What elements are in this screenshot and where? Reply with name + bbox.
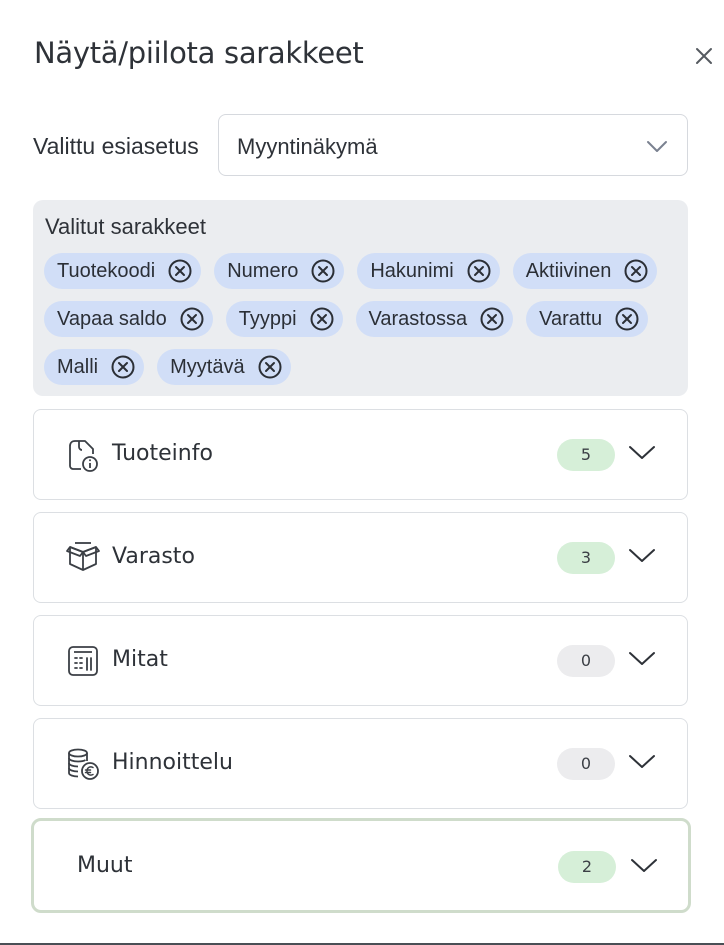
close-button[interactable] xyxy=(690,42,718,70)
chip-label: Varattu xyxy=(539,307,603,330)
chip-label: Vapaa saldo xyxy=(57,307,167,330)
column-chip: Numero xyxy=(214,253,345,289)
dialog-title: Näytä/piilota sarakkeet xyxy=(34,36,364,70)
remove-circle-icon xyxy=(615,307,639,331)
remove-circle-icon xyxy=(168,259,192,283)
column-group-varasto[interactable]: Varasto 3 xyxy=(33,512,688,603)
preset-label: Valittu esiasetus xyxy=(33,133,199,159)
column-chip: Tuotekoodi xyxy=(44,253,202,289)
chip-label: Hakunimi xyxy=(370,259,454,282)
remove-chip-button[interactable] xyxy=(110,354,136,380)
preset-value: Myyntinäkymä xyxy=(237,134,378,159)
remove-chip-button[interactable] xyxy=(479,306,505,332)
column-group-tuoteinfo[interactable]: Tuoteinfo 5 xyxy=(33,409,688,500)
selected-columns-title: Valitut sarakkeet xyxy=(45,214,207,239)
close-icon xyxy=(696,48,712,64)
remove-circle-icon xyxy=(480,307,504,331)
remove-chip-button[interactable] xyxy=(310,258,336,284)
remove-chip-button[interactable] xyxy=(466,258,492,284)
remove-chip-button[interactable] xyxy=(309,306,335,332)
count-badge: 3 xyxy=(557,542,615,574)
remove-chip-button[interactable] xyxy=(179,306,205,332)
chip-label: Malli xyxy=(57,355,99,378)
column-chip: Tyyppi xyxy=(225,301,343,337)
coins-euro-icon xyxy=(65,746,101,782)
column-chip: Vapaa saldo xyxy=(44,301,213,337)
chevron-down-icon[interactable] xyxy=(627,441,657,465)
calculator-icon xyxy=(65,643,101,679)
group-label: Hinnoittelu xyxy=(112,750,233,775)
product-info-icon xyxy=(65,437,101,473)
column-group-mitat[interactable]: Mitat 0 xyxy=(33,615,688,706)
column-group-hinnoittelu[interactable]: Hinnoittelu 0 xyxy=(33,718,688,809)
boxes-icon xyxy=(65,540,101,576)
group-label: Tuoteinfo xyxy=(112,441,213,466)
count-badge: 0 xyxy=(557,645,615,677)
chevron-down-icon[interactable] xyxy=(627,647,657,671)
column-chip: Malli xyxy=(44,349,145,385)
remove-chip-button[interactable] xyxy=(614,306,640,332)
preset-select[interactable]: Myyntinäkymä xyxy=(218,114,688,176)
column-chip: Varattu xyxy=(526,301,649,337)
remove-chip-button[interactable] xyxy=(167,258,193,284)
chevron-down-icon[interactable] xyxy=(629,854,659,878)
chevron-down-icon[interactable] xyxy=(627,544,657,568)
count-badge: 0 xyxy=(557,748,615,780)
remove-circle-icon xyxy=(111,355,135,379)
column-chip: Myytävä xyxy=(157,349,291,385)
group-label: Varasto xyxy=(112,544,195,569)
remove-chip-button[interactable] xyxy=(257,354,283,380)
remove-circle-icon xyxy=(311,259,335,283)
chip-label: Numero xyxy=(227,259,299,282)
selected-columns-box: Valitut sarakkeet Tuotekoodi Numero Haku… xyxy=(33,200,688,396)
chip-label: Tuotekoodi xyxy=(57,259,156,282)
chip-label: Tyyppi xyxy=(238,307,297,330)
chevron-down-icon xyxy=(647,141,667,152)
remove-circle-icon xyxy=(310,307,334,331)
group-label: Mitat xyxy=(112,647,168,672)
selected-columns-chips: Tuotekoodi Numero Hakunimi Aktiivinen Va… xyxy=(44,253,684,385)
remove-circle-icon xyxy=(180,307,204,331)
column-chip: Hakunimi xyxy=(357,253,500,289)
chip-label: Aktiivinen xyxy=(525,259,612,282)
column-chip: Aktiivinen xyxy=(512,253,658,289)
count-badge: 2 xyxy=(558,851,616,883)
count-badge: 5 xyxy=(557,439,615,471)
group-label: Muut xyxy=(77,853,133,878)
column-visibility-dialog: Näytä/piilota sarakkeet Valittu esiasetu… xyxy=(0,0,724,945)
chip-label: Myytävä xyxy=(170,355,245,378)
remove-chip-button[interactable] xyxy=(623,258,649,284)
column-chip: Varastossa xyxy=(355,301,514,337)
remove-circle-icon xyxy=(258,355,282,379)
remove-circle-icon xyxy=(624,259,648,283)
chevron-down-icon[interactable] xyxy=(627,750,657,774)
column-group-muut[interactable]: Muut 2 xyxy=(31,818,691,913)
chip-label: Varastossa xyxy=(368,307,468,330)
remove-circle-icon xyxy=(467,259,491,283)
